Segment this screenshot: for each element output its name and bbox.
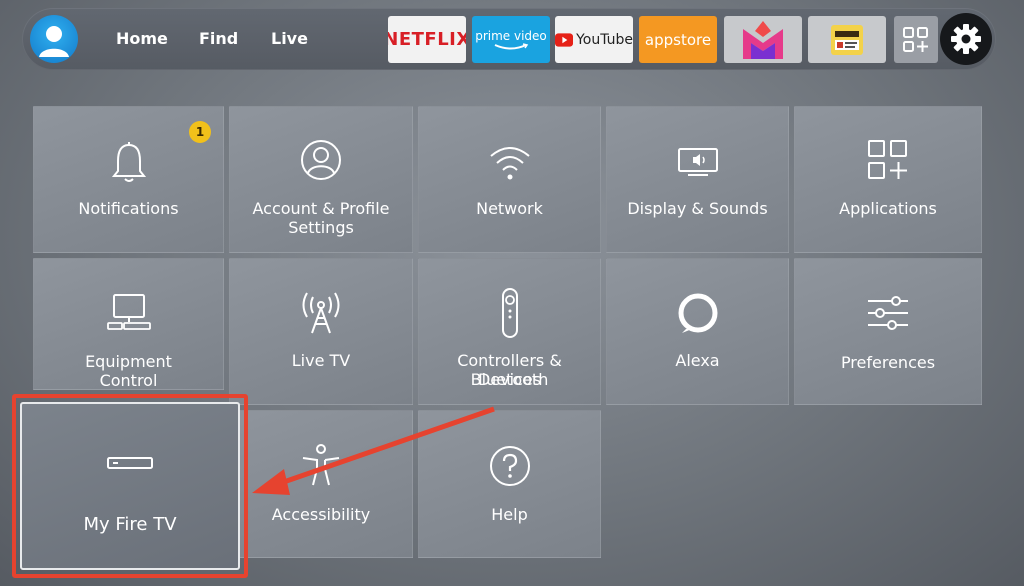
annotation-arrow-icon — [252, 406, 495, 495]
